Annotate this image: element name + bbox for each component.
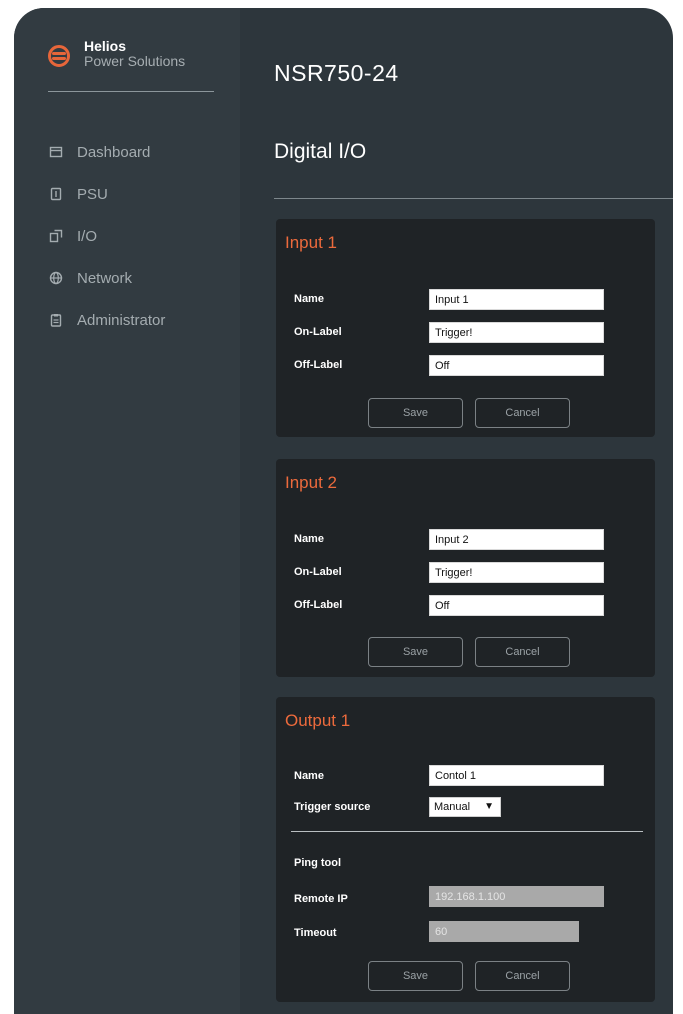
button-row: Save Cancel [368,961,572,991]
remote-ip-label: Remote IP [294,893,348,905]
sidebar-item-label: Dashboard [77,143,151,161]
clipboard-icon [49,313,63,327]
sidebar-nav: Dashboard PSU I/O Network Administrator [49,131,165,341]
off-label-label: Off-Label [294,359,343,371]
section-divider [291,831,643,832]
off-label-field[interactable] [429,595,604,616]
name-field[interactable] [429,765,604,786]
cancel-button[interactable]: Cancel [475,637,570,667]
name-label: Name [294,770,324,782]
output-1-card: Output 1 Name Trigger source Manual ▼ Pi… [276,697,655,1002]
device-title: NSR750-24 [274,60,399,86]
sidebar-item-label: Network [77,269,133,287]
sidebar-item-dashboard[interactable]: Dashboard [49,131,165,173]
card-title: Output 1 [285,711,351,730]
sidebar-item-psu[interactable]: PSU [49,173,165,215]
on-label-field[interactable] [429,562,604,583]
on-label-field[interactable] [429,322,604,343]
dashboard-icon [49,145,63,159]
name-field[interactable] [429,289,604,310]
ping-tool-heading: Ping tool [294,857,342,869]
off-label-field[interactable] [429,355,604,376]
io-icon [49,229,63,243]
sidebar: Helios Power Solutions Dashboard PSU I/O… [14,8,240,1014]
sidebar-item-network[interactable]: Network [49,257,165,299]
brand-subtitle: Power Solutions [84,53,186,70]
title-divider [274,198,673,199]
trigger-source-label: Trigger source [294,801,371,813]
card-title: Input 1 [285,233,337,252]
sidebar-item-administrator[interactable]: Administrator [49,299,165,341]
name-label: Name [294,293,324,305]
main-content: NSR750-24 Digital I/O Input 1 Name On-La… [240,8,673,1014]
chevron-down-icon: ▼ [484,801,494,812]
brand: Helios Power Solutions [48,38,186,70]
sidebar-item-label: PSU [77,185,108,203]
trigger-source-value: Manual [434,801,471,813]
save-button[interactable]: Save [368,637,463,667]
page-title: Digital I/O [274,140,367,163]
card-title: Input 2 [285,473,337,492]
sidebar-item-io[interactable]: I/O [49,215,165,257]
timeout-label: Timeout [294,927,337,939]
cancel-button[interactable]: Cancel [475,961,570,991]
input-1-card: Input 1 Name On-Label Off-Label Save Can… [276,219,655,437]
trigger-source-select[interactable]: Manual ▼ [429,797,501,817]
sidebar-item-label: Administrator [77,311,166,329]
timeout-field[interactable] [429,921,579,942]
input-2-card: Input 2 Name On-Label Off-Label Save Can… [276,459,655,677]
app-window: Helios Power Solutions Dashboard PSU I/O… [14,8,673,1014]
name-field[interactable] [429,529,604,550]
globe-icon [49,271,63,285]
cancel-button[interactable]: Cancel [475,398,570,428]
button-row: Save Cancel [368,637,572,667]
brand-name: Helios [84,38,127,54]
button-row: Save Cancel [368,398,572,428]
on-label-label: On-Label [294,326,342,338]
name-label: Name [294,533,324,545]
remote-ip-field[interactable] [429,886,604,907]
helios-logo-icon [48,45,70,67]
brand-divider [48,91,214,92]
off-label-label: Off-Label [294,599,343,611]
sidebar-item-label: I/O [77,227,98,245]
save-button[interactable]: Save [368,961,463,991]
psu-icon [49,187,63,201]
save-button[interactable]: Save [368,398,463,428]
on-label-label: On-Label [294,566,342,578]
